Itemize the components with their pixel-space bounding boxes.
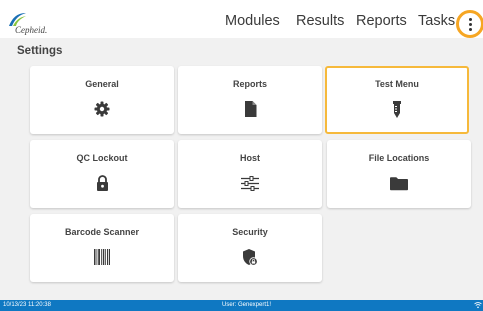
nav-modules[interactable]: Modules <box>225 13 280 29</box>
sliders-icon <box>241 174 259 192</box>
tile-label: QC Lockout <box>76 153 128 163</box>
tile-file-locations[interactable]: File Locations <box>327 140 471 208</box>
logo-text: Cepheid. <box>15 25 48 35</box>
nav-tasks[interactable]: Tasks <box>418 13 455 29</box>
page-title: Settings <box>17 45 63 57</box>
lock-icon <box>93 174 111 192</box>
tile-security[interactable]: Security <box>178 214 322 282</box>
cepheid-logo: Cepheid. <box>7 12 47 35</box>
status-bar: 10/13/23 11:20:38 User: Genexpert1! <box>0 300 483 311</box>
folder-icon <box>390 174 408 192</box>
tile-general[interactable]: General <box>30 66 174 134</box>
wifi-icon <box>474 301 482 311</box>
gear-icon <box>93 100 111 118</box>
test-cartridge-icon <box>388 100 406 118</box>
tile-reports[interactable]: Reports <box>178 66 322 134</box>
tile-label: Security <box>232 227 268 237</box>
tile-host[interactable]: Host <box>178 140 322 208</box>
tile-label: Host <box>240 153 260 163</box>
tile-label: Barcode Scanner <box>64 227 140 237</box>
more-vertical-icon <box>468 17 472 31</box>
tile-label: Test Menu <box>375 79 419 89</box>
tile-label: Reports <box>232 79 267 89</box>
tile-test-menu[interactable]: Test Menu <box>325 66 469 134</box>
barcode-icon <box>93 248 111 266</box>
status-timestamp: 10/13/23 11:20:38 <box>3 302 51 308</box>
tile-label: File Locations <box>368 153 430 163</box>
more-menu-button[interactable] <box>456 10 483 38</box>
shield-lock-icon <box>241 248 259 266</box>
nav-results[interactable]: Results <box>296 13 344 29</box>
tile-qc-lockout[interactable]: QC Lockout <box>30 140 174 208</box>
tile-barcode-scanner[interactable]: Barcode Scanner <box>30 214 174 282</box>
top-bar: Cepheid. Modules Results Reports Tasks <box>0 0 483 38</box>
document-icon <box>241 100 259 118</box>
nav-reports[interactable]: Reports <box>356 13 407 29</box>
tile-label: General <box>85 79 119 89</box>
status-user: User: Genexpert1! <box>222 302 272 308</box>
